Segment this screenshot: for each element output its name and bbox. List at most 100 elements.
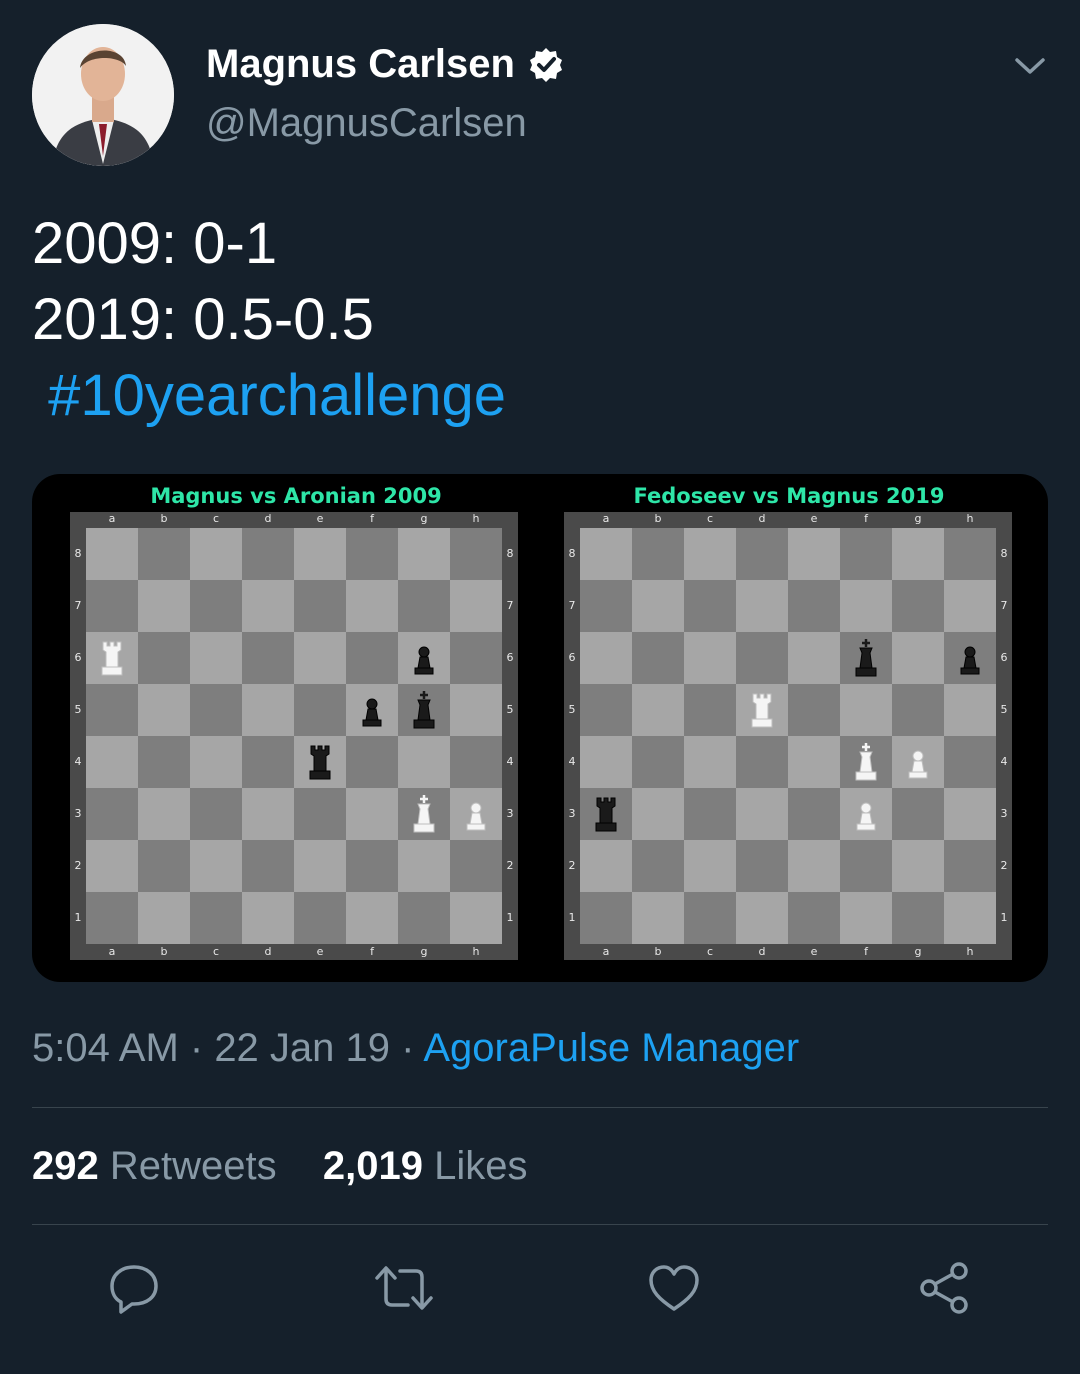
file-label: h	[966, 512, 974, 525]
file-label: e	[316, 512, 324, 525]
board-square	[892, 684, 944, 736]
tweet-media-image[interactable]: Magnus vs Aronian 2009 a a b b c c d d e e f f g g h h 8…	[32, 474, 1048, 982]
board-frame: a a b b c c d d e e f f g g h h 8 8 7 7 6 6 5 5 4 4 3 3 2 2 1 1	[564, 512, 1012, 960]
board-square	[580, 528, 632, 580]
file-label: b	[160, 512, 168, 525]
board-square	[190, 736, 242, 788]
board-square	[346, 528, 398, 580]
board-square	[840, 580, 892, 632]
board-square	[788, 736, 840, 788]
file-label: e	[810, 945, 818, 958]
display-name-text[interactable]: Magnus Carlsen	[206, 42, 515, 87]
file-label: c	[212, 512, 220, 525]
file-label: d	[758, 512, 766, 525]
board-square	[138, 528, 190, 580]
board-square	[242, 528, 294, 580]
black-king-icon	[398, 684, 450, 736]
white-king-icon	[398, 788, 450, 840]
share-button[interactable]	[914, 1258, 974, 1318]
user-handle[interactable]: @MagnusCarlsen	[206, 101, 565, 146]
board-square	[242, 788, 294, 840]
black-pawn-icon	[944, 632, 996, 684]
tweet-date[interactable]: 22 Jan 19	[214, 1026, 390, 1070]
board-square	[190, 528, 242, 580]
board-square	[346, 892, 398, 944]
board-square	[684, 736, 736, 788]
file-label: d	[264, 945, 272, 958]
white-rook-icon	[86, 632, 138, 684]
retweets-stat[interactable]: 292 Retweets	[32, 1144, 277, 1188]
like-icon	[649, 1265, 699, 1311]
board-square	[450, 580, 502, 632]
file-label: h	[966, 945, 974, 958]
retweets-label: Retweets	[109, 1144, 277, 1188]
rank-label: 7	[506, 599, 514, 612]
file-label: e	[316, 945, 324, 958]
board-square	[892, 840, 944, 892]
board-square	[736, 528, 788, 580]
tweet-time[interactable]: 5:04 AM	[32, 1026, 179, 1070]
retweet-button[interactable]	[374, 1258, 434, 1318]
file-label: f	[370, 512, 374, 525]
rank-label: 6	[74, 651, 82, 664]
likes-count: 2,019	[322, 1144, 423, 1188]
reply-button[interactable]	[104, 1258, 164, 1318]
board-square	[294, 684, 346, 736]
board-square	[892, 632, 944, 684]
rank-label: 2	[506, 859, 514, 872]
rank-label: 2	[74, 859, 82, 872]
board-square	[632, 788, 684, 840]
like-button[interactable]	[644, 1258, 704, 1318]
board-square	[190, 788, 242, 840]
board-square	[580, 684, 632, 736]
board-square	[632, 684, 684, 736]
file-label: h	[472, 512, 480, 525]
rank-label: 5	[568, 703, 576, 716]
white-pawn-icon	[450, 788, 502, 840]
divider	[32, 1107, 1048, 1108]
likes-label: Likes	[434, 1144, 528, 1188]
avatar[interactable]	[32, 24, 174, 166]
board-square	[788, 580, 840, 632]
board-square	[684, 892, 736, 944]
board-square	[294, 528, 346, 580]
board-square	[684, 580, 736, 632]
board-square	[450, 892, 502, 944]
black-king-icon	[840, 632, 892, 684]
chevron-down-icon[interactable]	[1012, 50, 1048, 80]
rank-label: 5	[74, 703, 82, 716]
meta-separator: ·	[178, 1026, 215, 1070]
rank-label: 5	[1000, 703, 1008, 716]
board-square	[346, 788, 398, 840]
board-square	[840, 840, 892, 892]
file-label: c	[706, 512, 714, 525]
board-title-2019: Fedoseev vs Magnus 2019	[633, 484, 945, 508]
rank-label: 6	[568, 651, 576, 664]
tweet-stats: 292 Retweets 2,019 Likes	[32, 1144, 528, 1189]
likes-stat[interactable]: 2,019 Likes	[323, 1144, 528, 1188]
rank-label: 8	[506, 547, 514, 560]
rank-label: 8	[74, 547, 82, 560]
file-label: b	[654, 945, 662, 958]
chessboard-2019: Fedoseev vs Magnus 2019 a a b b c c d d e e f f g g h h…	[564, 474, 1014, 982]
board-square	[788, 788, 840, 840]
rank-label: 1	[1000, 911, 1008, 924]
hashtag-link[interactable]: #10yearchallenge	[48, 363, 506, 428]
board-square	[242, 580, 294, 632]
rank-label: 2	[568, 859, 576, 872]
rank-label: 1	[74, 911, 82, 924]
display-name[interactable]: Magnus Carlsen	[206, 42, 565, 87]
user-names: Magnus Carlsen @MagnusCarlsen	[206, 42, 565, 146]
file-label: a	[602, 512, 610, 525]
board-square	[788, 840, 840, 892]
board-square	[736, 788, 788, 840]
tweet-source-link[interactable]: AgoraPulse Manager	[423, 1026, 799, 1070]
file-label: g	[420, 945, 428, 958]
tweet-line-2009: 2009: 0-1	[32, 211, 278, 276]
rank-label: 2	[1000, 859, 1008, 872]
board-square	[944, 528, 996, 580]
rank-label: 3	[568, 807, 576, 820]
rank-label: 3	[1000, 807, 1008, 820]
board-square	[242, 632, 294, 684]
board-square	[294, 840, 346, 892]
